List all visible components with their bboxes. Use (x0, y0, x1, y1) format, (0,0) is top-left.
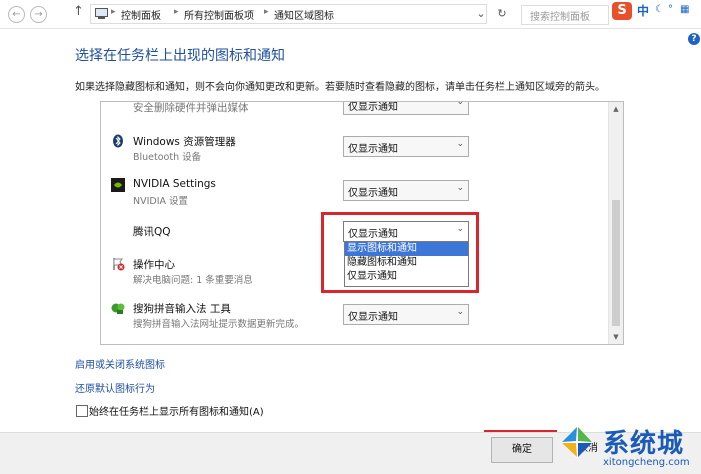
breadcrumb-item-notification-icons[interactable]: 通知区域图标 (274, 7, 334, 22)
row-label-safe-remove: 安全删除硬件并弹出媒体 (133, 102, 249, 114)
row-sub-bluetooth: Bluetooth 设备 (133, 152, 202, 163)
search-input[interactable]: 搜索控制面板 (521, 5, 609, 25)
page-description: 如果选择隐藏图标和通知，则不会向你通知更改和更新。若要随时查看隐藏的图标，请单击… (75, 82, 605, 93)
row-label-nvidia: NVIDIA Settings (133, 178, 216, 190)
forward-button[interactable]: → (30, 6, 47, 23)
always-show-label[interactable]: 始终在任务栏上显示所有图标和通知(A) (89, 403, 264, 418)
row-sub-nvidia: NVIDIA 设置 (133, 196, 189, 207)
chevron-down-icon: ⌄ (456, 183, 464, 193)
ok-button[interactable]: 确定 (491, 437, 553, 463)
row-sub-action-center: 解决电脑问题: 1 条重要消息 (133, 275, 253, 286)
row-label-qq: 腾讯QQ (133, 226, 171, 238)
always-show-checkbox[interactable] (76, 405, 88, 417)
ime-toolbar[interactable]: S 中 ☾ ° ▦ (612, 0, 701, 24)
back-button[interactable]: ← (8, 6, 25, 23)
nvidia-icon (111, 178, 125, 192)
annotation-highlight-dropdown (321, 212, 479, 293)
search-placeholder: 搜索控制面板 (530, 12, 590, 23)
action-center-flag-icon (113, 258, 125, 271)
breadcrumb[interactable]: ▸ 控制面板 ▸ 所有控制面板项 ▸ 通知区域图标 (90, 4, 487, 24)
row-label-windows-explorer: Windows 资源管理器 (133, 136, 236, 148)
watermark: 系统城 xitongcheng.com (553, 420, 701, 473)
scroll-up-icon[interactable]: ▲ (611, 104, 621, 114)
punctuation-icon[interactable]: ° (668, 4, 678, 16)
xitongcheng-logo-icon (561, 426, 593, 458)
select-value: 仅显示通知 (348, 312, 398, 323)
keyboard-icon[interactable]: ▦ (680, 4, 690, 16)
link-restore-default[interactable]: 还原默认图标行为 (75, 380, 155, 395)
chevron-down-icon: ⌄ (476, 7, 486, 20)
select-value: 仅显示通知 (348, 188, 398, 199)
select-value: 仅显示通知 (348, 144, 398, 155)
row-label-sogou: 搜狗拼音输入法 工具 (133, 303, 231, 315)
row-label-action-center: 操作中心 (133, 259, 175, 271)
bluetooth-icon (113, 134, 123, 148)
up-button[interactable]: ↑ (73, 4, 84, 19)
sogou-logo-icon: S (612, 2, 632, 20)
breadcrumb-item-control-panel[interactable]: 控制面板 (121, 7, 161, 22)
select-sogou[interactable]: 仅显示通知 ⌄ (343, 304, 469, 325)
chevron-down-icon: ⌄ (456, 307, 464, 317)
moon-icon[interactable]: ☾ (655, 4, 665, 16)
row-sub-sogou: 搜狗拼音输入法网址提示数据更新完成。 (133, 319, 305, 330)
refresh-button[interactable]: ↻ (493, 5, 511, 23)
refresh-icon: ↻ (497, 7, 507, 20)
forward-arrow-icon: → (34, 9, 43, 20)
chevron-down-icon: ⌄ (456, 139, 464, 149)
page-title: 选择在任务栏上出现的图标和通知 (75, 48, 285, 64)
address-bar: ← → ↑ ▸ 控制面板 ▸ 所有控制面板项 ▸ 通知区域图标 ⌄ ↻ 搜索控制… (0, 0, 701, 29)
watermark-name: 系统城 (603, 429, 685, 459)
address-dropdown-button[interactable]: ⌄ (472, 5, 490, 23)
back-arrow-icon: ← (12, 9, 21, 20)
watermark-url: xitongcheng.com (603, 457, 690, 468)
select-nvidia[interactable]: 仅显示通知 ⌄ (343, 180, 469, 201)
list-scrollbar[interactable]: ▲ ▼ (608, 102, 623, 344)
control-panel-icon (95, 8, 108, 19)
chevron-down-icon: ⌄ (456, 101, 464, 107)
ime-mode-label[interactable]: 中 (637, 2, 649, 19)
sogou-tool-icon (111, 303, 125, 314)
link-system-icons[interactable]: 启用或关闭系统图标 (75, 356, 165, 371)
select-value: 仅显示通知 (348, 102, 398, 113)
select-safe-remove[interactable]: 仅显示通知 ⌄ (343, 101, 469, 115)
scrollbar-thumb[interactable] (612, 200, 620, 326)
select-windows-explorer[interactable]: 仅显示通知 ⌄ (343, 136, 469, 157)
breadcrumb-item-all-items[interactable]: 所有控制面板项 (184, 7, 254, 22)
scroll-down-icon[interactable]: ▼ (611, 332, 621, 342)
help-icon[interactable]: ? (688, 33, 700, 45)
up-arrow-icon: ↑ (73, 4, 84, 19)
